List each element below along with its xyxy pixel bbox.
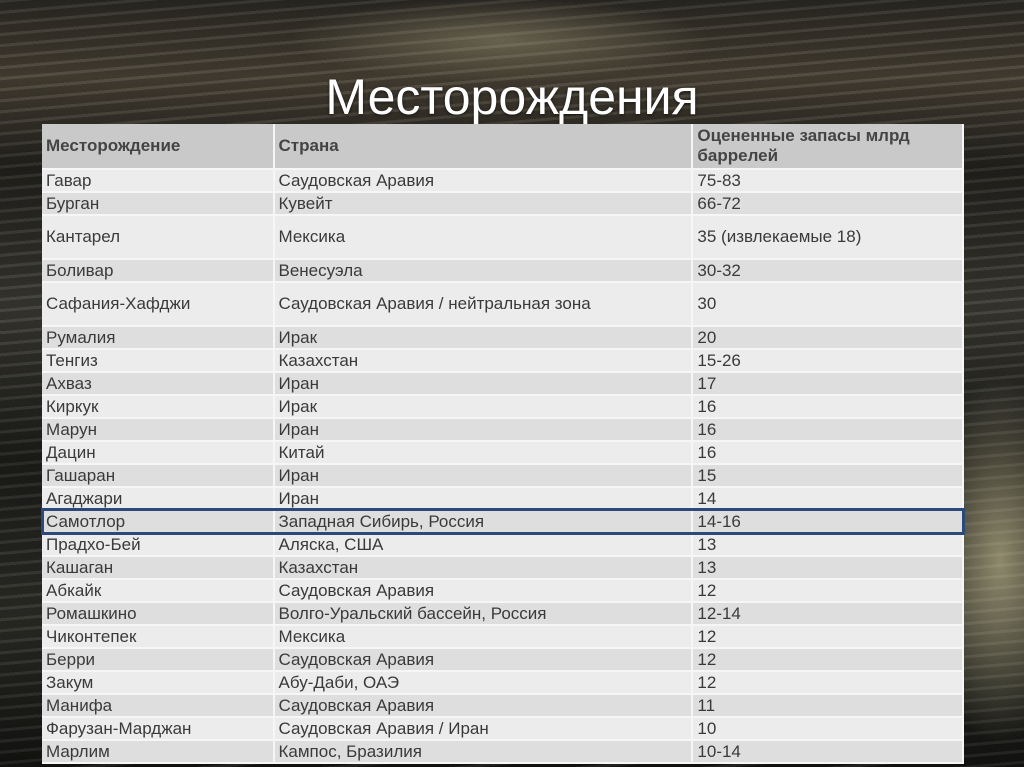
header-country: Страна <box>274 124 694 170</box>
cell-field: Киркук <box>42 396 275 419</box>
cell-field: Фарузан-Марджан <box>42 718 275 741</box>
cell-field: Чиконтепек <box>42 626 275 649</box>
table-row: Дацин Китай 16 <box>42 442 964 465</box>
cell-country: Кувейт <box>274 193 694 216</box>
cell-field: Закум <box>42 672 275 695</box>
cell-country: Саудовская Аравия / Иран <box>274 718 694 741</box>
cell-country: Аляска, США <box>274 534 694 557</box>
cell-field: Тенгиз <box>42 350 275 373</box>
table-row: Марун Иран 16 <box>42 419 964 442</box>
highlight-box <box>41 508 965 535</box>
cell-field: Прадхо-Бей <box>42 534 275 557</box>
cell-country: Саудовская Аравия <box>274 649 694 672</box>
table-row: Румалия Ирак 20 <box>42 327 964 350</box>
header-reserves: Оцененные запасы млрд баррелей <box>693 124 964 170</box>
cell-country: Иран <box>274 419 694 442</box>
cell-country: Мексика <box>274 216 694 260</box>
cell-country: Саудовская Аравия <box>274 695 694 718</box>
cell-field: Боливар <box>42 260 275 283</box>
cell-field: Абкайк <box>42 580 275 603</box>
cell-reserves: 20 <box>693 327 964 350</box>
cell-reserves: 12 <box>693 626 964 649</box>
cell-country: Казахстан <box>274 557 694 580</box>
table-row: Кашаган Казахстан 13 <box>42 557 964 580</box>
cell-country: Иран <box>274 373 694 396</box>
cell-reserves: 12 <box>693 672 964 695</box>
table-row: Ромашкино Волго-Уральский бассейн, Россия… <box>42 603 964 626</box>
cell-reserves: 16 <box>693 419 964 442</box>
cell-field: Дацин <box>42 442 275 465</box>
cell-reserves: 13 <box>693 557 964 580</box>
table-header-row: Месторождение Страна Оцененные запасы мл… <box>42 124 964 170</box>
cell-country: Саудовская Аравия <box>274 170 694 193</box>
table-row: Бурган Кувейт 66-72 <box>42 193 964 216</box>
table-row: Боливар Венесуэла 30-32 <box>42 260 964 283</box>
cell-reserves: 15 <box>693 465 964 488</box>
table-row: Берри Саудовская Аравия 12 <box>42 649 964 672</box>
table-row: Фарузан-Марджан Саудовская Аравия / Иран 1… <box>42 718 964 741</box>
table-row: Чиконтепек Мексика 12 <box>42 626 964 649</box>
table-row: Прадхо-Бей Аляска, США 13 <box>42 534 964 557</box>
table-row: Гашаран Иран 15 <box>42 465 964 488</box>
cell-reserves: 35 (извлекаемые 18) <box>693 216 964 260</box>
cell-country: Ирак <box>274 396 694 419</box>
cell-reserves: 11 <box>693 695 964 718</box>
table-row: Киркук Ирак 16 <box>42 396 964 419</box>
cell-reserves: 17 <box>693 373 964 396</box>
oil-fields-table: Месторождение Страна Оцененные запасы мл… <box>42 124 964 764</box>
table-row: Ахваз Иран 17 <box>42 373 964 396</box>
table-row: Марлим Кампос, Бразилия 10-14 <box>42 741 964 764</box>
table-row: Закум Абу-Даби, ОАЭ 12 <box>42 672 964 695</box>
cell-reserves: 16 <box>693 442 964 465</box>
cell-country: Иран <box>274 465 694 488</box>
table-row: Абкайк Саудовская Аравия 12 <box>42 580 964 603</box>
cell-field: Берри <box>42 649 275 672</box>
cell-country: Абу-Даби, ОАЭ <box>274 672 694 695</box>
cell-country: Ирак <box>274 327 694 350</box>
cell-reserves: 12 <box>693 649 964 672</box>
cell-reserves: 66-72 <box>693 193 964 216</box>
cell-country: Венесуэла <box>274 260 694 283</box>
cell-field: Манифа <box>42 695 275 718</box>
cell-reserves: 13 <box>693 534 964 557</box>
cell-reserves: 12-14 <box>693 603 964 626</box>
table-row: Гавар Саудовская Аравия 75-83 <box>42 170 964 193</box>
header-field: Месторождение <box>42 124 275 170</box>
cell-field: Марун <box>42 419 275 442</box>
cell-field: Сафания-Хафджи <box>42 283 275 327</box>
cell-field: Гашаран <box>42 465 275 488</box>
cell-country: Китай <box>274 442 694 465</box>
cell-country: Волго-Уральский бассейн, Россия <box>274 603 694 626</box>
cell-field: Гавар <box>42 170 275 193</box>
cell-country: Саудовская Аравия / нейтральная зона <box>274 283 694 327</box>
cell-reserves: 10-14 <box>693 741 964 764</box>
table-row: Тенгиз Казахстан 15-26 <box>42 350 964 373</box>
cell-field: Кашаган <box>42 557 275 580</box>
cell-reserves: 30-32 <box>693 260 964 283</box>
table-row: Манифа Саудовская Аравия 11 <box>42 695 964 718</box>
cell-field: Кантарел <box>42 216 275 260</box>
cell-reserves: 10 <box>693 718 964 741</box>
cell-country: Мексика <box>274 626 694 649</box>
table-row: Кантарел Мексика 35 (извлекаемые 18) <box>42 216 964 260</box>
table-row: Сафания-Хафджи Саудовская Аравия / нейтра… <box>42 283 964 327</box>
cell-reserves: 16 <box>693 396 964 419</box>
cell-reserves: 15-26 <box>693 350 964 373</box>
cell-field: Румалия <box>42 327 275 350</box>
cell-reserves: 30 <box>693 283 964 327</box>
cell-field: Ромашкино <box>42 603 275 626</box>
cell-reserves: 12 <box>693 580 964 603</box>
cell-field: Ахваз <box>42 373 275 396</box>
cell-field: Бурган <box>42 193 275 216</box>
cell-country: Саудовская Аравия <box>274 580 694 603</box>
slide-title: Месторождения <box>325 69 699 125</box>
cell-field: Марлим <box>42 741 275 764</box>
cell-country: Казахстан <box>274 350 694 373</box>
cell-country: Кампос, Бразилия <box>274 741 694 764</box>
cell-reserves: 75-83 <box>693 170 964 193</box>
